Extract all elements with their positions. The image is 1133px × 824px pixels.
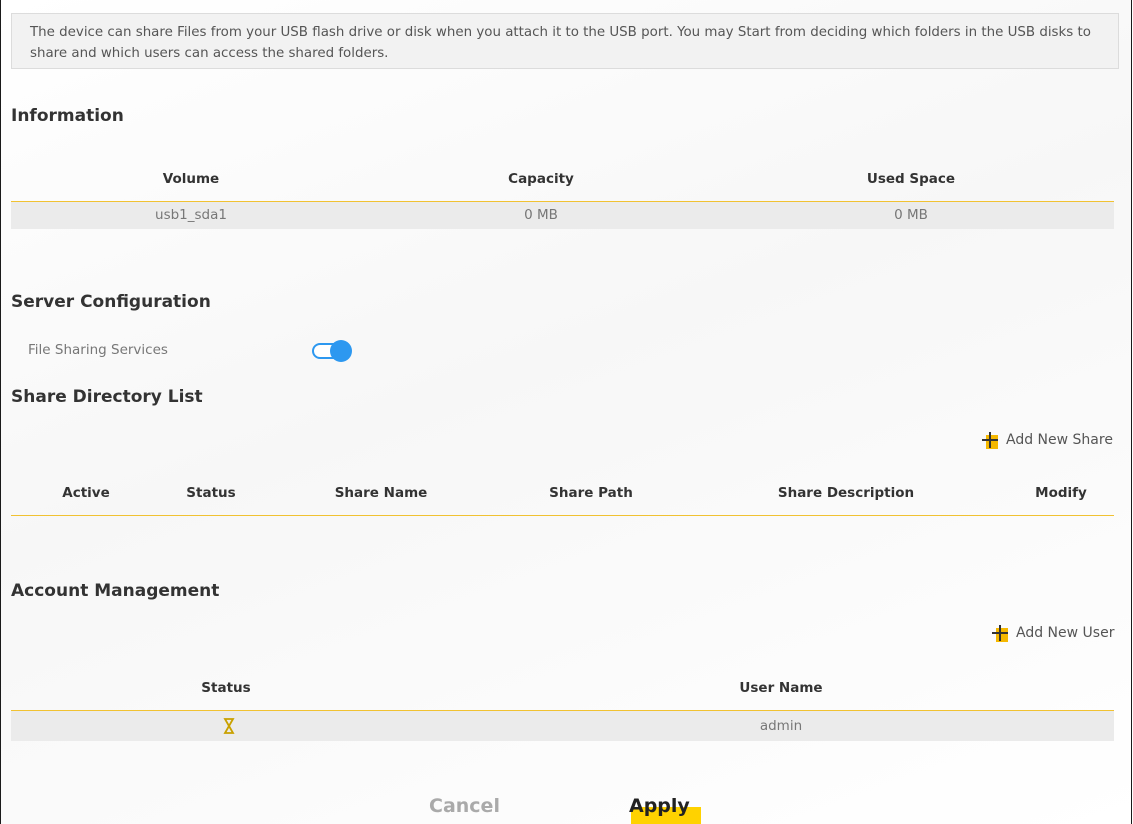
col-volume: Volume xyxy=(162,171,220,187)
server-configuration-title: Server Configuration xyxy=(11,292,211,312)
plus-icon xyxy=(992,625,1008,642)
used-space-cell: 0 MB xyxy=(894,207,928,223)
table-row xyxy=(11,711,1114,741)
add-new-share-button[interactable]: Add New Share xyxy=(982,432,1113,449)
col-share-description: Share Description xyxy=(777,485,915,501)
col-used-space: Used Space xyxy=(866,171,956,187)
col-user-status: Status xyxy=(201,680,251,696)
capacity-cell: 0 MB xyxy=(524,207,558,223)
col-capacity: Capacity xyxy=(508,171,574,187)
file-sharing-toggle[interactable] xyxy=(312,340,354,362)
add-new-share-label: Add New Share xyxy=(1006,432,1113,448)
plus-icon xyxy=(982,432,998,449)
info-notice: The device can share Files from your USB… xyxy=(11,13,1119,69)
cancel-button[interactable]: Cancel xyxy=(429,795,500,817)
col-active: Active xyxy=(62,485,110,501)
col-user-name: User Name xyxy=(739,680,823,696)
file-sharing-label: File Sharing Services xyxy=(28,342,168,358)
information-title: Information xyxy=(11,106,124,126)
user-status-icon xyxy=(223,718,235,734)
add-new-user-label: Add New User xyxy=(1016,625,1115,641)
toggle-knob xyxy=(330,340,352,362)
volume-cell: usb1_sda1 xyxy=(155,207,227,223)
col-status: Status xyxy=(186,485,236,501)
share-directory-title: Share Directory List xyxy=(11,387,203,407)
col-share-path: Share Path xyxy=(549,485,633,501)
apply-button[interactable]: Apply xyxy=(629,795,690,817)
col-share-name: Share Name xyxy=(334,485,428,501)
page-frame: The device can share Files from your USB… xyxy=(0,0,1132,824)
user-name-cell: admin xyxy=(759,718,803,734)
share-header-divider xyxy=(11,515,1114,516)
account-management-title: Account Management xyxy=(11,581,220,601)
add-new-user-button[interactable]: Add New User xyxy=(992,625,1115,642)
col-modify: Modify xyxy=(1035,485,1087,501)
